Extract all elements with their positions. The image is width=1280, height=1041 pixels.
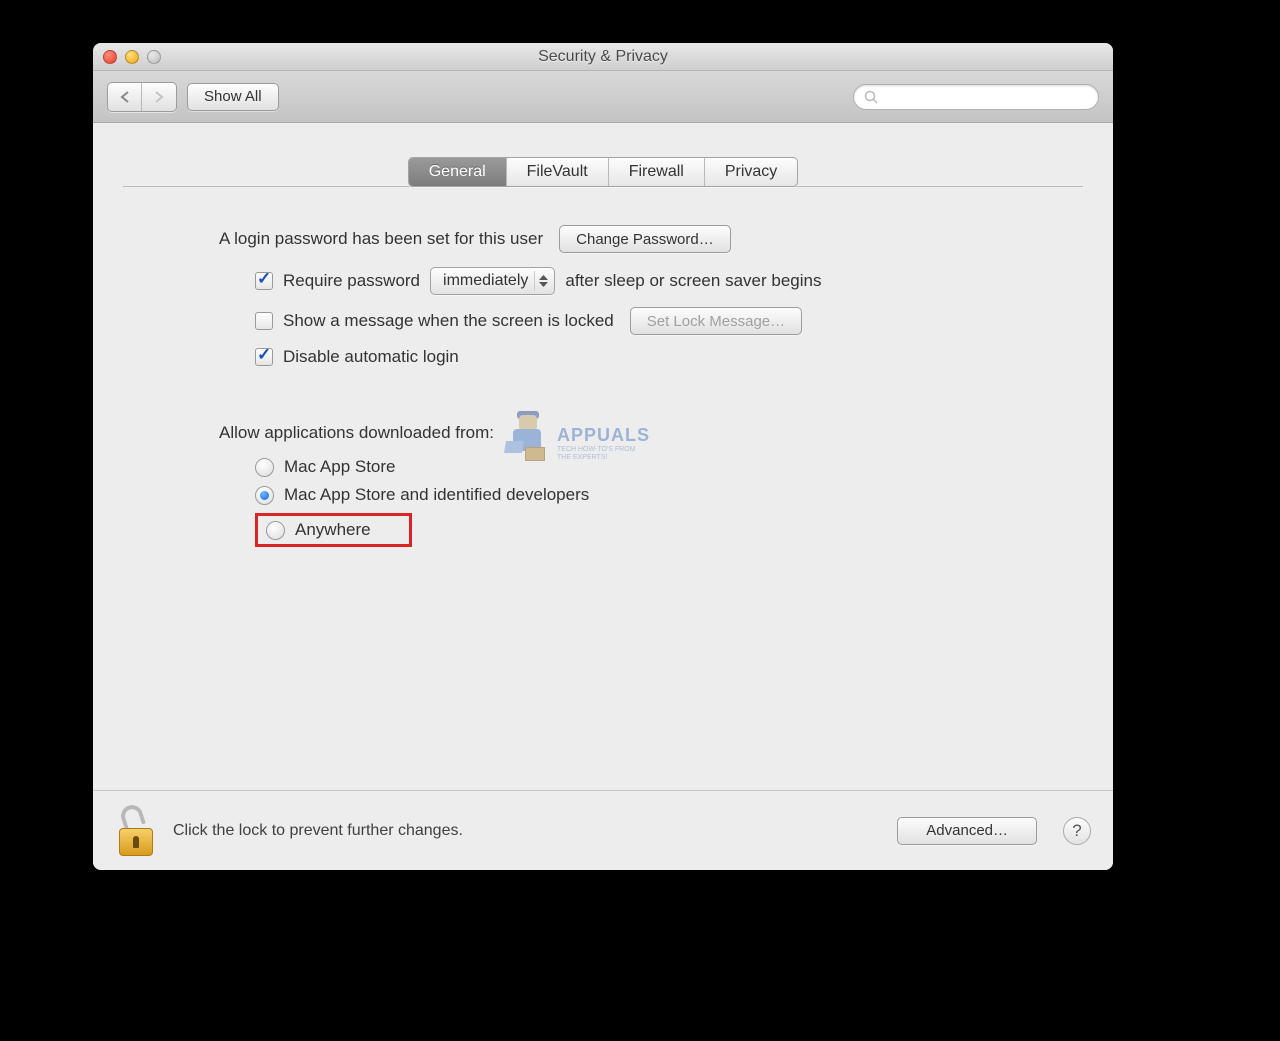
- show-message-label: Show a message when the screen is locked: [283, 311, 614, 331]
- nav-seg: [107, 82, 177, 112]
- content-pane: General FileVault Firewall Privacy A log…: [93, 123, 1113, 790]
- lock-hint-label: Click the lock to prevent further change…: [173, 822, 463, 840]
- radio-anywhere-label: Anywhere: [295, 520, 371, 540]
- advanced-button[interactable]: Advanced…: [897, 817, 1037, 845]
- gatekeeper-section: Allow applications downloaded from: Mac …: [123, 423, 1083, 547]
- search-input[interactable]: [884, 89, 1088, 105]
- forward-button: [142, 83, 176, 111]
- allow-apps-label: Allow applications downloaded from:: [219, 423, 1083, 443]
- radio-mac-app-store-label: Mac App Store: [284, 457, 396, 477]
- tab-firewall[interactable]: Firewall: [609, 158, 705, 186]
- tab-filevault[interactable]: FileVault: [507, 158, 609, 186]
- zoom-icon: [147, 50, 161, 64]
- disable-auto-login-checkbox[interactable]: [255, 348, 273, 366]
- search-icon: [864, 90, 878, 104]
- window-title: Security & Privacy: [93, 48, 1113, 66]
- disable-auto-login-label: Disable automatic login: [283, 347, 459, 367]
- show-message-checkbox[interactable]: [255, 312, 273, 330]
- show-all-button[interactable]: Show All: [187, 83, 279, 111]
- traffic-lights: [93, 50, 161, 64]
- require-password-delay-value: immediately: [443, 272, 528, 290]
- require-password-checkbox[interactable]: [255, 272, 273, 290]
- set-lock-message-button: Set Lock Message…: [630, 307, 802, 335]
- radio-anywhere[interactable]: [266, 521, 285, 540]
- tab-privacy[interactable]: Privacy: [705, 158, 797, 186]
- chevron-right-icon: [154, 91, 164, 103]
- stepper-icon: [534, 271, 550, 291]
- login-password-set-label: A login password has been set for this u…: [219, 229, 543, 249]
- chevron-left-icon: [120, 91, 130, 103]
- footer: Click the lock to prevent further change…: [93, 790, 1113, 870]
- login-password-section: A login password has been set for this u…: [123, 225, 1083, 367]
- tab-bar: General FileVault Firewall Privacy: [123, 157, 1083, 187]
- titlebar: Security & Privacy: [93, 43, 1113, 71]
- close-icon[interactable]: [103, 50, 117, 64]
- back-button[interactable]: [108, 83, 142, 111]
- lock-icon[interactable]: [115, 806, 159, 856]
- tab-general[interactable]: General: [409, 158, 507, 186]
- minimize-icon[interactable]: [125, 50, 139, 64]
- radio-identified-developers-label: Mac App Store and identified developers: [284, 485, 589, 505]
- radio-mac-app-store[interactable]: [255, 458, 274, 477]
- require-password-label: Require password: [283, 271, 420, 291]
- require-password-delay-popup[interactable]: immediately: [430, 267, 555, 295]
- help-button[interactable]: ?: [1063, 817, 1091, 845]
- change-password-button[interactable]: Change Password…: [559, 225, 731, 253]
- toolbar: Show All: [93, 71, 1113, 123]
- after-sleep-label: after sleep or screen saver begins: [565, 271, 821, 291]
- window: Security & Privacy Show All General File…: [93, 43, 1113, 870]
- highlight-anywhere: Anywhere: [255, 513, 412, 547]
- search-field[interactable]: [853, 84, 1099, 110]
- radio-identified-developers[interactable]: [255, 486, 274, 505]
